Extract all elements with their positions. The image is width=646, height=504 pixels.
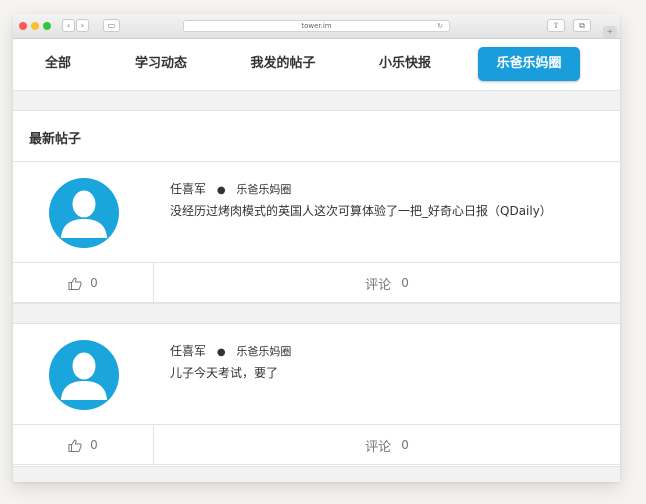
url-text: tower.im — [301, 22, 332, 30]
circle-name[interactable]: 乐爸乐妈圈 — [236, 345, 291, 358]
latest-posts-header: 最新帖子 — [13, 111, 620, 162]
tab-news-flash[interactable]: 小乐快报 — [365, 47, 445, 81]
share-button[interactable]: ⇧ — [547, 19, 565, 32]
post-divider — [13, 303, 620, 324]
close-window-button[interactable] — [19, 22, 27, 30]
browser-titlebar: ‹ › ▭ tower.im ↻ ⇧ ⧉ + — [13, 14, 620, 39]
tab-learning-updates[interactable]: 学习动态 — [121, 47, 201, 81]
tab-all[interactable]: 全部 — [31, 47, 85, 81]
chevron-left-icon: ‹ — [66, 21, 71, 30]
section-title: 最新帖子 — [29, 132, 82, 147]
post-card: 任喜军 ● 乐爸乐妈圈 没经历过烤肉模式的英国人这次可算体验了一把_好奇心日报（… — [13, 162, 620, 304]
like-count: 0 — [90, 438, 98, 452]
post-content[interactable]: 儿子今天考试，要了 — [170, 364, 278, 381]
tab-parents-circle[interactable]: 乐爸乐妈圈 — [478, 47, 580, 81]
post-card: 任喜军 ● 乐爸乐妈圈 儿子今天考试，要了 0 评论 0 — [13, 324, 620, 466]
post-meta: 任喜军 ● 乐爸乐妈圈 — [170, 180, 291, 197]
feed-bottom-divider — [13, 466, 620, 482]
tabs-overview-button[interactable]: ⧉ — [573, 19, 591, 32]
post-meta: 任喜军 ● 乐爸乐妈圈 — [170, 342, 291, 359]
tabs-icon: ⧉ — [579, 21, 585, 30]
comment-label: 评论 — [365, 439, 392, 455]
bullet-separator: ● — [216, 347, 226, 358]
avatar-icon[interactable] — [49, 178, 119, 248]
avatar-icon[interactable] — [49, 340, 119, 410]
post-actions: 0 评论 0 — [13, 424, 620, 465]
sidebar-toggle-button[interactable]: ▭ — [103, 19, 120, 32]
comment-button[interactable]: 评论 0 — [154, 263, 620, 303]
like-button[interactable]: 0 — [13, 425, 154, 465]
post-content[interactable]: 没经历过烤肉模式的英国人这次可算体验了一把_好奇心日报（QDaily） — [170, 202, 552, 219]
tab-my-posts[interactable]: 我发的帖子 — [239, 47, 327, 81]
browser-window: ‹ › ▭ tower.im ↻ ⇧ ⧉ + 全部 学习动态 我发的帖子 小乐快… — [13, 14, 620, 482]
comment-count: 0 — [401, 438, 409, 452]
minimize-window-button[interactable] — [31, 22, 39, 30]
comment-count: 0 — [401, 276, 409, 290]
comment-button[interactable]: 评论 0 — [154, 425, 620, 465]
post-actions: 0 评论 0 — [13, 262, 620, 303]
reload-icon[interactable]: ↻ — [437, 21, 443, 31]
sidebar-icon: ▭ — [107, 21, 116, 30]
forward-button[interactable]: › — [76, 19, 89, 32]
chevron-right-icon: › — [80, 21, 85, 30]
like-count: 0 — [90, 276, 98, 290]
category-nav: 全部 学习动态 我发的帖子 小乐快报 乐爸乐妈圈 — [13, 39, 620, 90]
back-button[interactable]: ‹ — [62, 19, 75, 32]
circle-name[interactable]: 乐爸乐妈圈 — [236, 183, 291, 196]
zoom-window-button[interactable] — [43, 22, 51, 30]
bullet-separator: ● — [216, 185, 226, 196]
new-tab-button[interactable]: + — [603, 26, 617, 38]
plus-icon: + — [606, 27, 614, 36]
author-name[interactable]: 任喜军 — [170, 182, 206, 196]
thumbs-up-icon — [68, 277, 82, 290]
share-icon: ⇧ — [552, 21, 560, 30]
address-bar[interactable]: tower.im ↻ — [183, 20, 450, 32]
author-name[interactable]: 任喜军 — [170, 344, 206, 358]
like-button[interactable]: 0 — [13, 263, 154, 303]
comment-label: 评论 — [365, 277, 392, 293]
thumbs-up-icon — [68, 439, 82, 452]
section-divider — [13, 90, 620, 111]
